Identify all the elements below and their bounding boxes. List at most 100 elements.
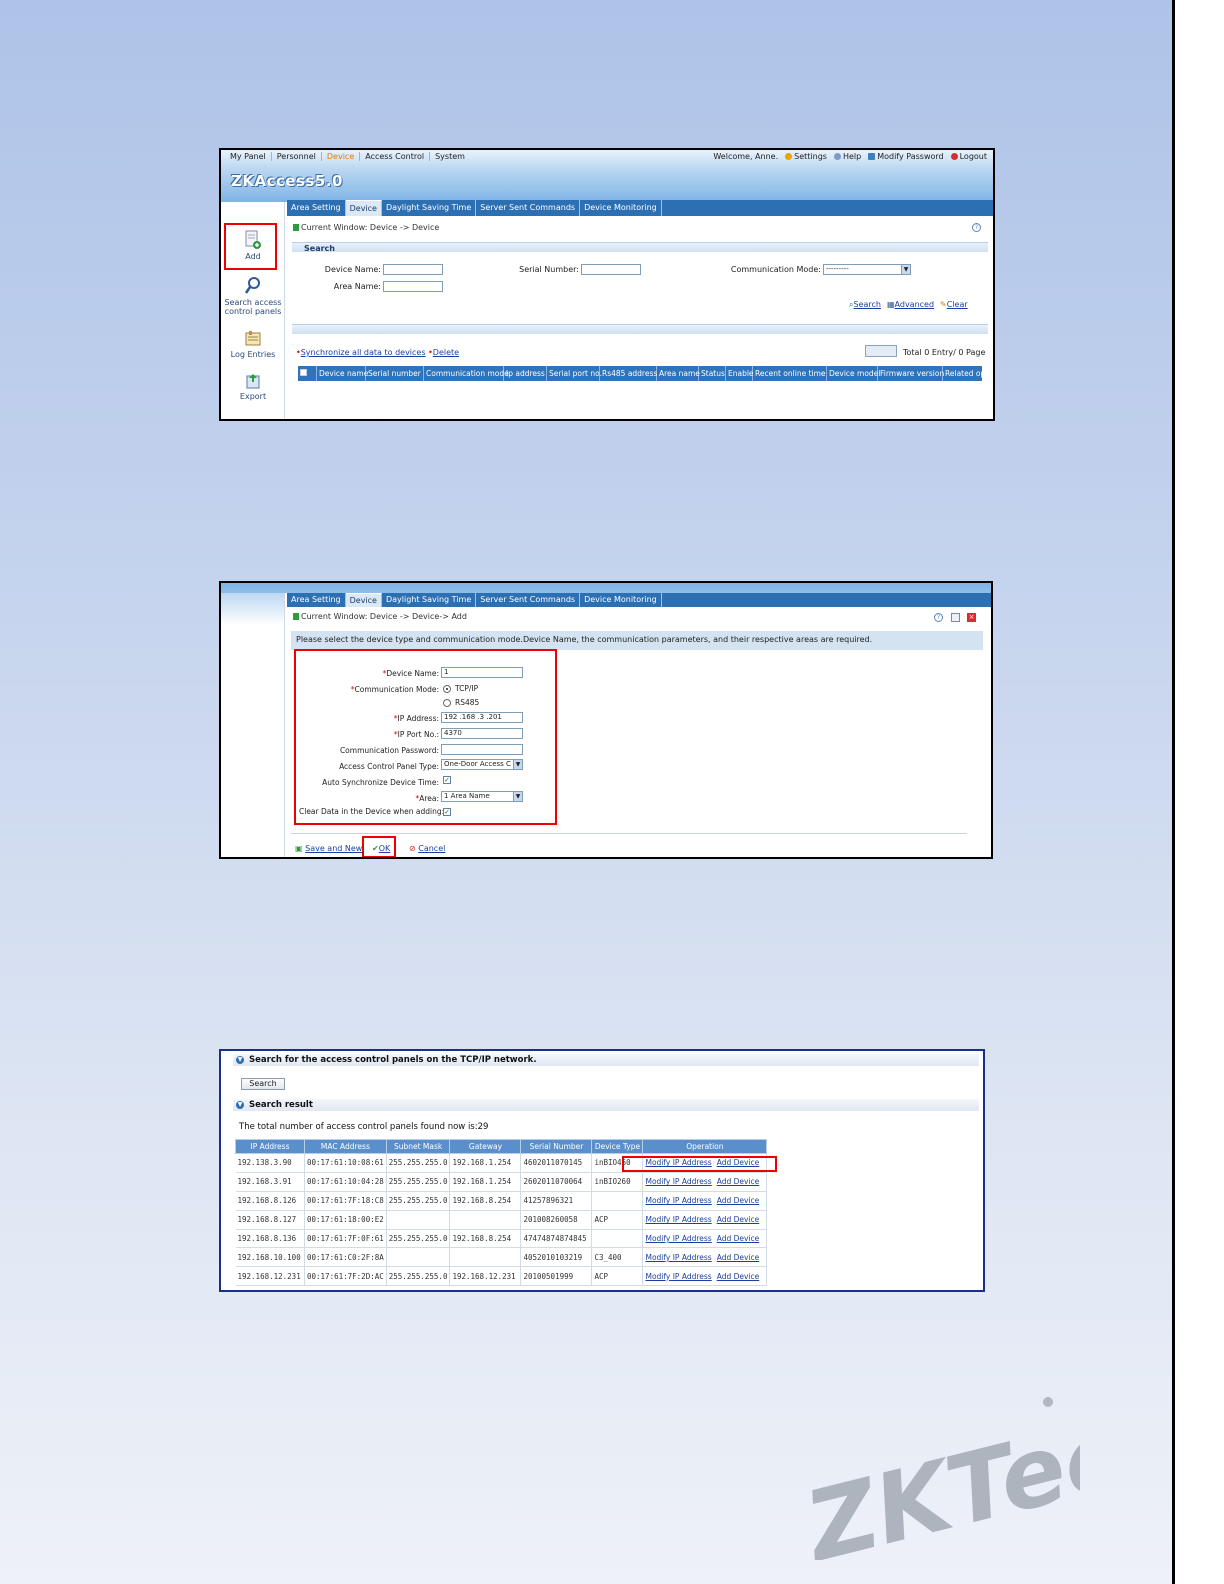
device-name-input[interactable] (383, 264, 443, 275)
delete-link[interactable]: Delete (433, 348, 459, 357)
col-enable[interactable]: Enable (726, 366, 754, 381)
comm-mode-select[interactable]: --------- ▼ (823, 264, 911, 275)
save-icon: ▣ (295, 844, 303, 853)
cell-type: C3_400 (591, 1247, 644, 1268)
add-device-screenshot: Area Setting Device Daylight Saving Time… (219, 581, 993, 859)
col-rs485-address[interactable]: Rs485 address (600, 366, 657, 381)
synchronize-link[interactable]: Synchronize all data to devices (301, 348, 426, 357)
add-device-link[interactable]: Add Device (717, 1215, 760, 1224)
modify-ip-link[interactable]: Modify IP Address (645, 1177, 711, 1186)
tab-device[interactable]: Device (345, 593, 382, 607)
close-icon[interactable]: × (967, 613, 976, 622)
select-all-checkbox[interactable] (298, 366, 317, 381)
col-serial-number: Serial Number (520, 1139, 593, 1154)
col-ip-address[interactable]: Ip address (504, 366, 547, 381)
cell-gateway (449, 1247, 522, 1268)
highlight-form (294, 649, 557, 825)
app-logo: ZKAccess5.0 (231, 172, 343, 190)
cell-subnet: 255.255.255.0 (386, 1153, 451, 1173)
menu-system[interactable]: System (430, 152, 470, 161)
tab-area-setting[interactable]: Area Setting (287, 200, 346, 216)
serial-number-input[interactable] (581, 264, 641, 275)
modify-ip-link[interactable]: Modify IP Address (645, 1253, 711, 1262)
highlight-operation (622, 1156, 777, 1172)
device-grid-header: Device name Serial number Communication … (298, 366, 982, 381)
nav-search-panels[interactable]: Search access control panels (221, 276, 285, 316)
col-area-name[interactable]: Area name (657, 366, 700, 381)
top-menu: My Panel Personnel Device Access Control… (225, 152, 470, 161)
col-device-name[interactable]: Device name (317, 366, 368, 381)
help-icon[interactable]: ? (934, 613, 943, 622)
cell-type: inBIO260 (591, 1172, 644, 1192)
tab-daylight-saving[interactable]: Daylight Saving Time (382, 200, 477, 216)
key-icon (868, 153, 876, 160)
cell-subnet: 255.255.255.0 (386, 1191, 451, 1211)
broom-icon: ✎ (940, 300, 947, 309)
clear-link[interactable]: ✎Clear (940, 300, 968, 310)
tab-server-commands[interactable]: Server Sent Commands (476, 200, 581, 216)
tab-server-commands[interactable]: Server Sent Commands (476, 593, 581, 607)
modify-ip-link[interactable]: Modify IP Address (645, 1215, 711, 1224)
edit-icon[interactable] (951, 613, 960, 622)
left-nav (221, 593, 285, 857)
cell-operation: Modify IP Address Add Device (642, 1172, 768, 1192)
nav-export[interactable]: Export (221, 372, 285, 401)
logout-link[interactable]: Logout (950, 152, 987, 161)
settings-link[interactable]: Settings (785, 152, 827, 161)
cell-ip: 192.168.8.126 (235, 1191, 305, 1211)
menu-device[interactable]: Device (322, 152, 361, 161)
modify-ip-link[interactable]: Modify IP Address (645, 1234, 711, 1243)
col-firmware-version[interactable]: Firmware version (878, 366, 944, 381)
advanced-link[interactable]: ▦Advanced (887, 300, 934, 310)
col-recent-online[interactable]: Recent online time (753, 366, 827, 381)
save-and-new-button[interactable]: ▣ Save and New (295, 844, 362, 853)
col-serial-port[interactable]: Serial port no. (547, 366, 602, 381)
app-banner: My Panel Personnel Device Access Control… (221, 150, 993, 202)
cell-ip: 192.168.8.127 (235, 1210, 305, 1230)
col-status[interactable]: Status (699, 366, 726, 381)
cell-subnet (386, 1247, 451, 1268)
add-device-link[interactable]: Add Device (717, 1177, 760, 1186)
cell-serial: 20100501999 (520, 1266, 593, 1287)
cell-ip: 192.168.8.136 (235, 1229, 305, 1249)
area-name-input[interactable] (383, 281, 443, 292)
col-serial-number[interactable]: Serial number (366, 366, 424, 381)
add-device-link[interactable]: Add Device (717, 1234, 760, 1243)
search-button[interactable]: Search (241, 1078, 285, 1090)
col-related-op[interactable]: Related op (943, 366, 982, 381)
form-divider (291, 833, 967, 834)
cancel-button[interactable]: ⊘ Cancel (409, 844, 445, 853)
tab-area-setting[interactable]: Area Setting (287, 593, 346, 607)
menu-access-control[interactable]: Access Control (360, 152, 431, 161)
add-device-link[interactable]: Add Device (717, 1272, 760, 1281)
col-comm-mode[interactable]: Communication mode (424, 366, 509, 381)
add-device-link[interactable]: Add Device (717, 1253, 760, 1262)
help-icon[interactable]: ? (972, 223, 981, 232)
help-link[interactable]: Help (833, 152, 861, 161)
tab-device-monitoring[interactable]: Device Monitoring (580, 593, 662, 607)
nav-log-entries[interactable]: Log Entries (221, 330, 285, 359)
cell-operation: Modify IP Address Add Device (642, 1247, 768, 1268)
cell-serial: 201008260058 (520, 1210, 593, 1230)
add-device-link[interactable]: Add Device (717, 1196, 760, 1205)
search-link[interactable]: ⌕Search (849, 300, 881, 310)
cell-gateway: 192.168.12.231 (449, 1266, 522, 1287)
cell-mac: 00:17:61:7F:18:C8 (304, 1191, 387, 1211)
menu-personnel[interactable]: Personnel (272, 152, 322, 161)
table-row: 192.168.8.127 00:17:61:18:00:E2 20100826… (235, 1210, 768, 1230)
col-device-model[interactable]: Device model (827, 366, 880, 381)
cell-mac: 00:17:61:10:08:61 (304, 1153, 387, 1173)
menu-my-panel[interactable]: My Panel (225, 152, 272, 161)
modify-ip-link[interactable]: Modify IP Address (645, 1272, 711, 1281)
serial-number-label: Serial Number: (519, 265, 579, 274)
tab-daylight-saving[interactable]: Daylight Saving Time (382, 593, 477, 607)
modify-password-link[interactable]: Modify Password (868, 152, 944, 161)
tab-device-monitoring[interactable]: Device Monitoring (580, 200, 662, 216)
view-toggle[interactable] (865, 345, 897, 357)
modify-ip-link[interactable]: Modify IP Address (645, 1196, 711, 1205)
device-tabs: Area Setting Device Daylight Saving Time… (287, 200, 993, 216)
table-row: 192.168.3.91 00:17:61:10:04:28 255.255.2… (235, 1172, 768, 1192)
area-name-label: Area Name: (333, 282, 381, 291)
cell-mac: 00:17:61:C0:2F:8A (304, 1247, 387, 1268)
tab-device[interactable]: Device (345, 200, 382, 216)
